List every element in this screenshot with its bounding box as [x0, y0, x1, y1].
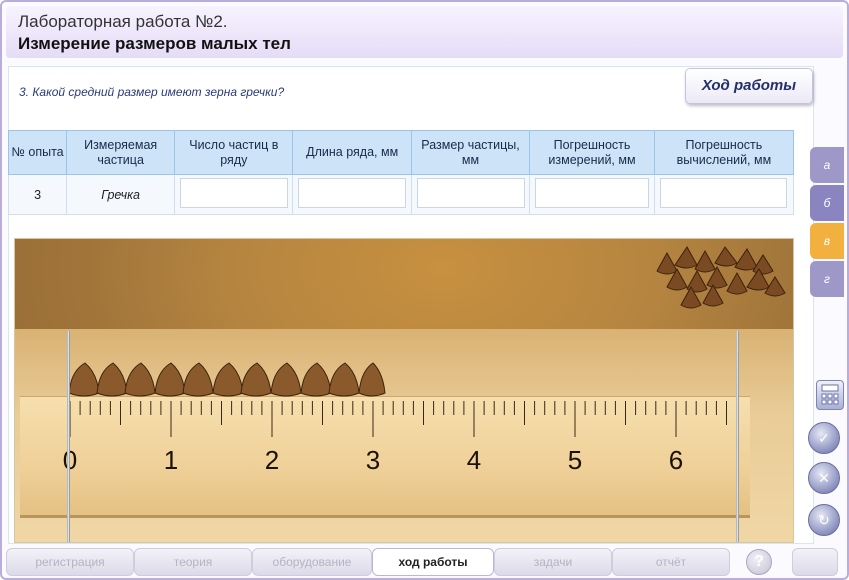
side-tab-a[interactable]: а: [810, 147, 844, 183]
ruler-label: 6: [669, 445, 683, 475]
col-header-count: Число частиц в ряду: [174, 130, 294, 175]
procedure-button[interactable]: Ход работы: [685, 68, 813, 104]
side-tab-v[interactable]: в: [810, 223, 844, 259]
buckwheat-row[interactable]: [67, 359, 387, 399]
app-window: Лабораторная работа №2. Измерение размер…: [0, 0, 849, 580]
nav-registration[interactable]: регистрация: [6, 548, 134, 576]
table-header-row: № опыта Измеряемая частица Число частиц …: [7, 130, 795, 175]
ruler-label: 5: [568, 445, 582, 475]
close-icon[interactable]: ✕: [808, 462, 840, 494]
table-row: 3 Гречка: [7, 174, 795, 215]
ruler-label: 4: [467, 445, 481, 475]
col-header-meas-error: Погрешность измерений, мм: [529, 130, 655, 175]
right-needle[interactable]: [736, 331, 739, 542]
ruler-scale: 0 1 2 3 4 5 6: [63, 401, 738, 475]
lab-subtitle: Измерение размеров малых тел: [18, 34, 291, 53]
nav-equipment[interactable]: оборудование: [252, 548, 372, 576]
checkmark-icon[interactable]: ✓: [808, 422, 840, 454]
ruler-label: 1: [164, 445, 178, 475]
nav-theory[interactable]: теория: [134, 548, 252, 576]
question-text: 3. Какой средний размер имеют зерна греч…: [19, 85, 285, 99]
col-header-number: № опыта: [7, 130, 68, 175]
ruler-label: 3: [366, 445, 380, 475]
help-icon[interactable]: ?: [746, 549, 772, 575]
ruler-label: 0: [63, 445, 77, 475]
left-needle[interactable]: [67, 331, 70, 542]
experiment-scene: 0 1 2 3 4 5 6: [14, 238, 794, 543]
col-header-size: Размер частицы, мм: [410, 130, 531, 175]
meas-error-input[interactable]: [535, 178, 649, 208]
nav-report[interactable]: отчёт: [612, 548, 730, 576]
calculator-icon[interactable]: [816, 380, 844, 410]
lab-title: Лабораторная работа №2.: [18, 12, 228, 31]
side-tab-b[interactable]: б: [810, 185, 844, 221]
page-header: Лабораторная работа №2. Измерение размер…: [6, 6, 843, 58]
calc-error-input[interactable]: [660, 178, 788, 208]
nav-procedure[interactable]: ход работы: [372, 548, 494, 576]
col-header-particle: Измеряемая частица: [66, 130, 176, 175]
col-header-length: Длина ряда, мм: [292, 130, 412, 175]
ruler[interactable]: 0 1 2 3 4 5 6: [20, 396, 750, 518]
row-particle: Гречка: [66, 174, 176, 215]
window-icon[interactable]: [792, 548, 838, 576]
size-input[interactable]: [416, 178, 525, 208]
nav-tasks[interactable]: задачи: [494, 548, 612, 576]
count-input[interactable]: [179, 178, 288, 208]
length-input[interactable]: [298, 178, 407, 208]
ruler-label: 2: [265, 445, 279, 475]
bottom-nav: регистрация теория оборудование ход рабо…: [6, 546, 844, 578]
calculator-icon-glyph: [821, 384, 839, 405]
side-tab-g[interactable]: г: [810, 261, 844, 297]
col-header-calc-error: Погрешность вычислений, мм: [653, 130, 795, 175]
measurement-table: № опыта Измеряемая частица Число частиц …: [7, 130, 795, 215]
refresh-icon[interactable]: ↻: [808, 504, 840, 536]
row-number: 3: [7, 174, 68, 215]
buckwheat-pile[interactable]: [645, 241, 793, 313]
